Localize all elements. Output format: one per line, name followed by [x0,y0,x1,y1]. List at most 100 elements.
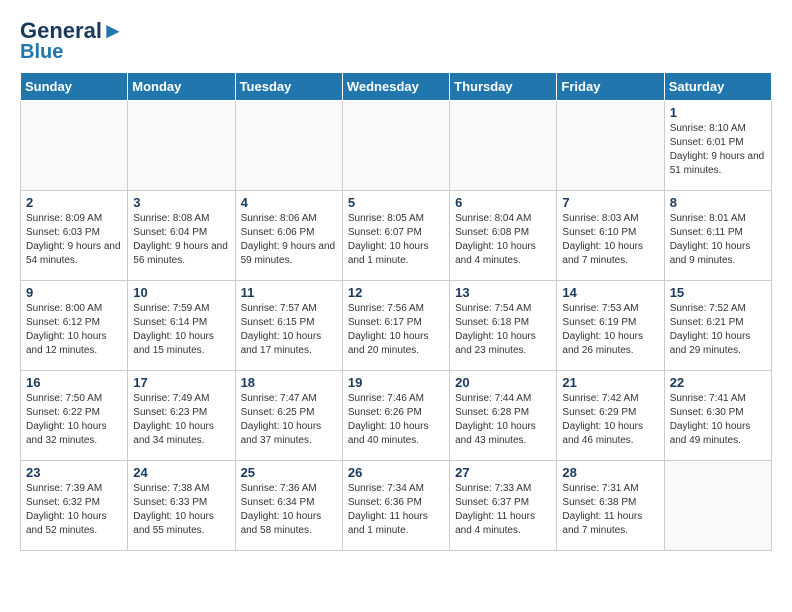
cell-info: Sunset: 6:23 PM [133,406,229,420]
day-number: 12 [348,285,444,300]
cell-info: Daylight: 10 hours and 58 minutes. [241,510,337,538]
cell-info: Sunset: 6:12 PM [26,316,122,330]
calendar-week-row: 16Sunrise: 7:50 AMSunset: 6:22 PMDayligh… [21,371,772,461]
cell-info: Sunrise: 7:56 AM [348,302,444,316]
cell-info: Sunset: 6:15 PM [241,316,337,330]
cell-info: Daylight: 10 hours and 7 minutes. [562,240,658,268]
calendar-cell [128,101,235,191]
calendar-cell [450,101,557,191]
cell-info: Sunrise: 7:31 AM [562,482,658,496]
cell-info: Daylight: 9 hours and 59 minutes. [241,240,337,268]
cell-info: Sunset: 6:04 PM [133,226,229,240]
calendar-cell: 23Sunrise: 7:39 AMSunset: 6:32 PMDayligh… [21,461,128,551]
cell-info: Sunrise: 7:41 AM [670,392,766,406]
calendar-cell: 17Sunrise: 7:49 AMSunset: 6:23 PMDayligh… [128,371,235,461]
cell-info: Sunrise: 8:09 AM [26,212,122,226]
cell-info: Daylight: 11 hours and 1 minute. [348,510,444,538]
cell-info: Daylight: 10 hours and 1 minute. [348,240,444,268]
calendar-cell: 1Sunrise: 8:10 AMSunset: 6:01 PMDaylight… [664,101,771,191]
cell-info: Sunset: 6:34 PM [241,496,337,510]
cell-info: Sunset: 6:17 PM [348,316,444,330]
calendar-header-cell: Monday [128,73,235,101]
cell-info: Sunset: 6:22 PM [26,406,122,420]
calendar-header-cell: Thursday [450,73,557,101]
day-number: 7 [562,195,658,210]
day-number: 24 [133,465,229,480]
cell-info: Daylight: 11 hours and 4 minutes. [455,510,551,538]
calendar-header-row: SundayMondayTuesdayWednesdayThursdayFrid… [21,73,772,101]
cell-info: Sunset: 6:18 PM [455,316,551,330]
calendar-cell: 11Sunrise: 7:57 AMSunset: 6:15 PMDayligh… [235,281,342,371]
cell-info: Sunset: 6:30 PM [670,406,766,420]
day-number: 4 [241,195,337,210]
logo-blue: Blue [20,42,63,62]
cell-info: Daylight: 10 hours and 46 minutes. [562,420,658,448]
day-number: 2 [26,195,122,210]
cell-info: Daylight: 10 hours and 23 minutes. [455,330,551,358]
cell-info: Sunset: 6:14 PM [133,316,229,330]
cell-info: Sunrise: 8:10 AM [670,122,766,136]
calendar-cell: 21Sunrise: 7:42 AMSunset: 6:29 PMDayligh… [557,371,664,461]
cell-info: Sunrise: 7:33 AM [455,482,551,496]
day-number: 11 [241,285,337,300]
cell-info: Daylight: 10 hours and 4 minutes. [455,240,551,268]
calendar-cell: 2Sunrise: 8:09 AMSunset: 6:03 PMDaylight… [21,191,128,281]
day-number: 17 [133,375,229,390]
calendar-cell: 22Sunrise: 7:41 AMSunset: 6:30 PMDayligh… [664,371,771,461]
cell-info: Daylight: 10 hours and 55 minutes. [133,510,229,538]
cell-info: Daylight: 10 hours and 52 minutes. [26,510,122,538]
calendar-week-row: 23Sunrise: 7:39 AMSunset: 6:32 PMDayligh… [21,461,772,551]
calendar-cell: 4Sunrise: 8:06 AMSunset: 6:06 PMDaylight… [235,191,342,281]
day-number: 14 [562,285,658,300]
cell-info: Daylight: 10 hours and 26 minutes. [562,330,658,358]
logo: General► Blue [20,20,124,62]
day-number: 28 [562,465,658,480]
calendar-week-row: 2Sunrise: 8:09 AMSunset: 6:03 PMDaylight… [21,191,772,281]
calendar-cell: 16 Sunrise: 7:50 AMSunset: 6:22 PMDayligh… [21,371,128,461]
cell-info: Sunset: 6:33 PM [133,496,229,510]
cell-info: Sunrise: 7:50 AM [26,392,122,406]
calendar-table: SundayMondayTuesdayWednesdayThursdayFrid… [20,72,772,551]
day-number: 16 [26,375,122,390]
calendar-cell: 18Sunrise: 7:47 AMSunset: 6:25 PMDayligh… [235,371,342,461]
cell-info: Daylight: 10 hours and 32 minutes. [26,420,122,448]
cell-info: Sunset: 6:25 PM [241,406,337,420]
day-number: 19 [348,375,444,390]
calendar-cell: 28Sunrise: 7:31 AMSunset: 6:38 PMDayligh… [557,461,664,551]
calendar-body: 1Sunrise: 8:10 AMSunset: 6:01 PMDaylight… [21,101,772,551]
cell-info: Sunrise: 7:42 AM [562,392,658,406]
cell-info: Sunrise: 8:06 AM [241,212,337,226]
page-header: General► Blue [20,20,772,62]
cell-info: Sunrise: 8:05 AM [348,212,444,226]
day-number: 18 [241,375,337,390]
cell-info: Sunset: 6:07 PM [348,226,444,240]
cell-info: Sunrise: 7:39 AM [26,482,122,496]
cell-info: Sunset: 6:28 PM [455,406,551,420]
cell-info: Daylight: 10 hours and 20 minutes. [348,330,444,358]
cell-info: Sunrise: 7:57 AM [241,302,337,316]
cell-info: Sunrise: 8:03 AM [562,212,658,226]
calendar-cell: 13Sunrise: 7:54 AMSunset: 6:18 PMDayligh… [450,281,557,371]
calendar-cell: 25Sunrise: 7:36 AMSunset: 6:34 PMDayligh… [235,461,342,551]
day-number: 13 [455,285,551,300]
day-number: 20 [455,375,551,390]
day-number: 5 [348,195,444,210]
cell-info: Sunset: 6:21 PM [670,316,766,330]
cell-info: Sunrise: 8:01 AM [670,212,766,226]
cell-info: Daylight: 10 hours and 49 minutes. [670,420,766,448]
cell-info: Sunrise: 7:38 AM [133,482,229,496]
calendar-cell: 9Sunrise: 8:00 AMSunset: 6:12 PMDaylight… [21,281,128,371]
calendar-cell: 8Sunrise: 8:01 AMSunset: 6:11 PMDaylight… [664,191,771,281]
cell-info: Sunrise: 7:59 AM [133,302,229,316]
day-number: 25 [241,465,337,480]
cell-info: Sunrise: 7:53 AM [562,302,658,316]
day-number: 15 [670,285,766,300]
cell-info: Sunrise: 8:00 AM [26,302,122,316]
cell-info: Sunrise: 8:04 AM [455,212,551,226]
day-number: 23 [26,465,122,480]
calendar-header-cell: Wednesday [342,73,449,101]
calendar-cell: 20Sunrise: 7:44 AMSunset: 6:28 PMDayligh… [450,371,557,461]
calendar-header-cell: Friday [557,73,664,101]
cell-info: Daylight: 10 hours and 9 minutes. [670,240,766,268]
calendar-cell [342,101,449,191]
